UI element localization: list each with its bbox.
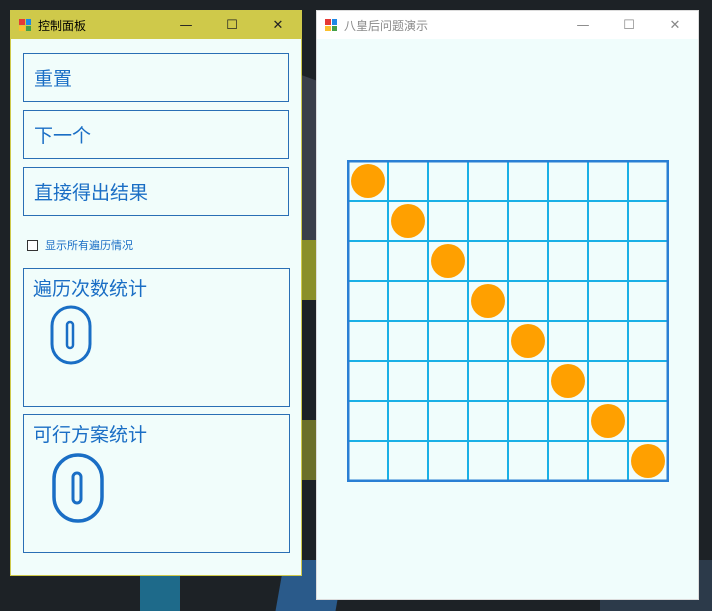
maximize-button[interactable]: ☐ [209,11,255,39]
app-icon [325,19,337,31]
board-cell[interactable] [427,280,469,322]
board-cell[interactable] [627,400,669,442]
board-cell[interactable] [347,320,389,362]
board-window-titlebar[interactable]: 八皇后问题演示 — ☐ ✕ [317,11,698,39]
maximize-button[interactable]: ☐ [606,11,652,39]
board-cell[interactable] [587,280,629,322]
board-cell[interactable] [547,240,589,282]
board-cell[interactable] [587,240,629,282]
solution-count-value: 0 [78,492,79,494]
next-button[interactable]: 下一个 [23,110,289,159]
queen [431,244,465,278]
board-window-title: 八皇后问题演示 [344,18,429,33]
board-cell[interactable] [587,360,629,402]
board-cell[interactable] [507,440,549,482]
traversal-count-display: 0 [50,305,92,365]
board-cell[interactable] [507,360,549,402]
direct-result-button[interactable]: 直接得出结果 [23,167,289,216]
board-cell[interactable] [427,200,469,242]
board-cell[interactable] [347,200,389,242]
board-cell[interactable] [507,240,549,282]
queen [511,324,545,358]
board-cell[interactable] [347,240,389,282]
board-cell[interactable] [627,160,669,202]
board-cell[interactable] [427,360,469,402]
board-cell[interactable] [467,400,509,442]
queen [591,404,625,438]
board-cell[interactable] [547,320,589,362]
board-cell[interactable] [467,360,509,402]
board-cell[interactable] [347,280,389,322]
board-cell[interactable] [507,280,549,322]
board-cell[interactable] [427,160,469,202]
board-cell[interactable] [467,200,509,242]
show-all-label: 显示所有遍历情况 [45,239,133,252]
queen [631,444,665,478]
solution-count-group: 可行方案统计 0 [23,414,290,553]
queen [391,204,425,238]
board-cell[interactable] [507,200,549,242]
show-all-checkbox[interactable] [27,239,38,251]
board-cell[interactable] [347,440,389,482]
board-cell[interactable] [387,400,429,442]
solution-count-display: 0 [52,453,104,523]
board-cell[interactable] [587,160,629,202]
board-cell[interactable] [627,200,669,242]
board-cell[interactable] [547,400,589,442]
board-cell[interactable] [467,320,509,362]
board-cell[interactable] [467,440,509,482]
board-cell[interactable] [547,200,589,242]
board-cell[interactable] [387,240,429,282]
minimize-button[interactable]: — [560,11,606,39]
board-cell[interactable] [387,440,429,482]
board-cell[interactable] [427,400,469,442]
board-cell[interactable] [387,280,429,322]
board-cell[interactable] [387,160,429,202]
board-cell[interactable] [627,360,669,402]
board-cell[interactable] [427,440,469,482]
chessboard [347,160,669,482]
reset-button[interactable]: 重置 [23,53,289,102]
queen [351,164,385,198]
control-panel-window: 控制面板 — ☐ ✕ 重置 下一个 直接得出结果 显示所有遍历情况 遍历次数统计… [10,10,302,576]
board-cell[interactable] [387,360,429,402]
board-window: 八皇后问题演示 — ☐ ✕ [316,10,699,600]
solution-count-title: 可行方案统计 [33,424,148,446]
desktop-shape [140,575,180,611]
control-panel-title: 控制面板 [38,18,87,33]
board-cell[interactable] [547,160,589,202]
board-cell[interactable] [627,240,669,282]
traversal-count-title: 遍历次数统计 [33,278,148,300]
control-panel-titlebar[interactable]: 控制面板 — ☐ ✕ [11,11,301,39]
board-cell[interactable] [627,320,669,362]
board-cell[interactable] [587,200,629,242]
traversal-count-value: 0 [71,339,72,341]
board-cell[interactable] [387,320,429,362]
queen [551,364,585,398]
board-cell[interactable] [467,160,509,202]
minimize-button[interactable]: — [163,11,209,39]
board-cell[interactable] [347,400,389,442]
show-all-option[interactable]: 显示所有遍历情况 [27,237,133,253]
board-cell[interactable] [347,360,389,402]
app-icon [19,19,31,31]
traversal-count-group: 遍历次数统计 0 [23,268,290,407]
close-button[interactable]: ✕ [652,11,698,39]
board-cell[interactable] [587,320,629,362]
board-cell[interactable] [507,400,549,442]
board-cell[interactable] [427,320,469,362]
close-button[interactable]: ✕ [255,11,301,39]
board-cell[interactable] [547,280,589,322]
queen [471,284,505,318]
board-cell[interactable] [467,240,509,282]
board-cell[interactable] [507,160,549,202]
board-cell[interactable] [627,280,669,322]
board-cell[interactable] [587,440,629,482]
board-cell[interactable] [547,440,589,482]
